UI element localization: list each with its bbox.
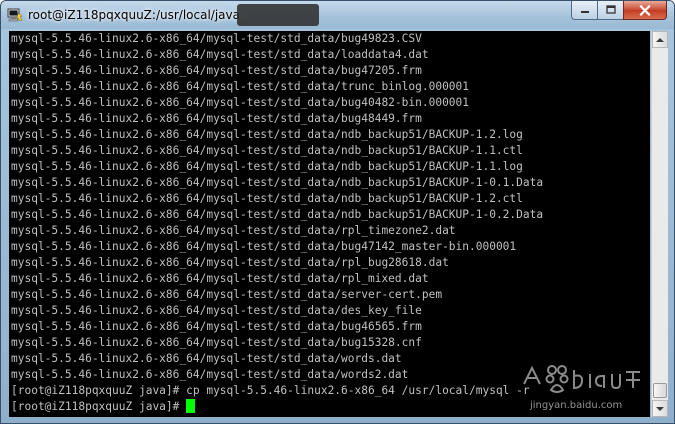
terminal-line: mysql-5.5.46-linux2.6-x86_64/mysql-test/…: [11, 32, 422, 45]
terminal-line: mysql-5.5.46-linux2.6-x86_64/mysql-test/…: [11, 48, 429, 61]
terminal-line: mysql-5.5.46-linux2.6-x86_64/mysql-test/…: [11, 176, 544, 189]
terminal-line: mysql-5.5.46-linux2.6-x86_64/mysql-test/…: [11, 304, 422, 317]
terminal-line: mysql-5.5.46-linux2.6-x86_64/mysql-test/…: [11, 272, 429, 285]
prompt-line[interactable]: [root@iZ118pqxquuZ java]#: [11, 399, 543, 415]
terminal-line: mysql-5.5.46-linux2.6-x86_64/mysql-test/…: [11, 352, 402, 365]
terminal-screen[interactable]: mysql-5.5.46-linux2.6-x86_64/mysql-test/…: [9, 31, 650, 417]
terminal-output: mysql-5.5.46-linux2.6-x86_64/mysql-test/…: [11, 31, 543, 415]
title-bar-obscured-region: [237, 4, 319, 26]
terminal-line: mysql-5.5.46-linux2.6-x86_64/mysql-test/…: [11, 336, 422, 349]
terminal-line: mysql-5.5.46-linux2.6-x86_64/mysql-test/…: [11, 224, 456, 237]
minimize-icon: [580, 11, 589, 13]
terminal-line: mysql-5.5.46-linux2.6-x86_64/mysql-test/…: [11, 144, 523, 157]
command-line: [root@iZ118pqxquuZ java]# cp mysql-5.5.4…: [11, 384, 530, 397]
terminal-line: mysql-5.5.46-linux2.6-x86_64/mysql-test/…: [11, 160, 523, 173]
putty-icon: [7, 8, 23, 22]
scroll-up-button[interactable]: [652, 31, 668, 48]
terminal-line: mysql-5.5.46-linux2.6-x86_64/mysql-test/…: [11, 112, 422, 125]
window-title: root@iZ118pqxquuZ:/usr/local/java: [28, 8, 240, 22]
title-bar[interactable]: root@iZ118pqxquuZ:/usr/local/java: [1, 1, 674, 29]
terminal-line: mysql-5.5.46-linux2.6-x86_64/mysql-test/…: [11, 240, 517, 253]
terminal-line: mysql-5.5.46-linux2.6-x86_64/mysql-test/…: [11, 320, 422, 333]
scroll-down-icon: [656, 406, 664, 411]
maximize-button[interactable]: [597, 1, 623, 20]
terminal-line: mysql-5.5.46-linux2.6-x86_64/mysql-test/…: [11, 96, 470, 109]
terminal-line: mysql-5.5.46-linux2.6-x86_64/mysql-test/…: [11, 256, 449, 269]
terminal-line: mysql-5.5.46-linux2.6-x86_64/mysql-test/…: [11, 288, 443, 301]
terminal-line: mysql-5.5.46-linux2.6-x86_64/mysql-test/…: [11, 64, 422, 77]
shell-prompt: [root@iZ118pqxquuZ java]#: [11, 400, 187, 413]
scroll-down-button[interactable]: [652, 400, 668, 417]
scrollbar-thumb[interactable]: [653, 383, 667, 398]
terminal-line: mysql-5.5.46-linux2.6-x86_64/mysql-test/…: [11, 208, 544, 221]
terminal-line: mysql-5.5.46-linux2.6-x86_64/mysql-test/…: [11, 80, 470, 93]
terminal-line: mysql-5.5.46-linux2.6-x86_64/mysql-test/…: [11, 128, 523, 141]
maximize-icon: [605, 5, 616, 14]
vertical-scrollbar[interactable]: [651, 31, 668, 417]
terminal-line: mysql-5.5.46-linux2.6-x86_64/mysql-test/…: [11, 368, 409, 381]
terminal-line: mysql-5.5.46-linux2.6-x86_64/mysql-test/…: [11, 192, 523, 205]
text-cursor: [186, 399, 196, 413]
minimize-button[interactable]: [571, 1, 597, 20]
close-button[interactable]: [623, 1, 667, 20]
window-controls: [571, 1, 667, 20]
terminal-window: root@iZ118pqxquuZ:/usr/local/java mysql-…: [0, 0, 675, 424]
scroll-up-icon: [656, 37, 664, 42]
close-icon: [639, 4, 651, 16]
